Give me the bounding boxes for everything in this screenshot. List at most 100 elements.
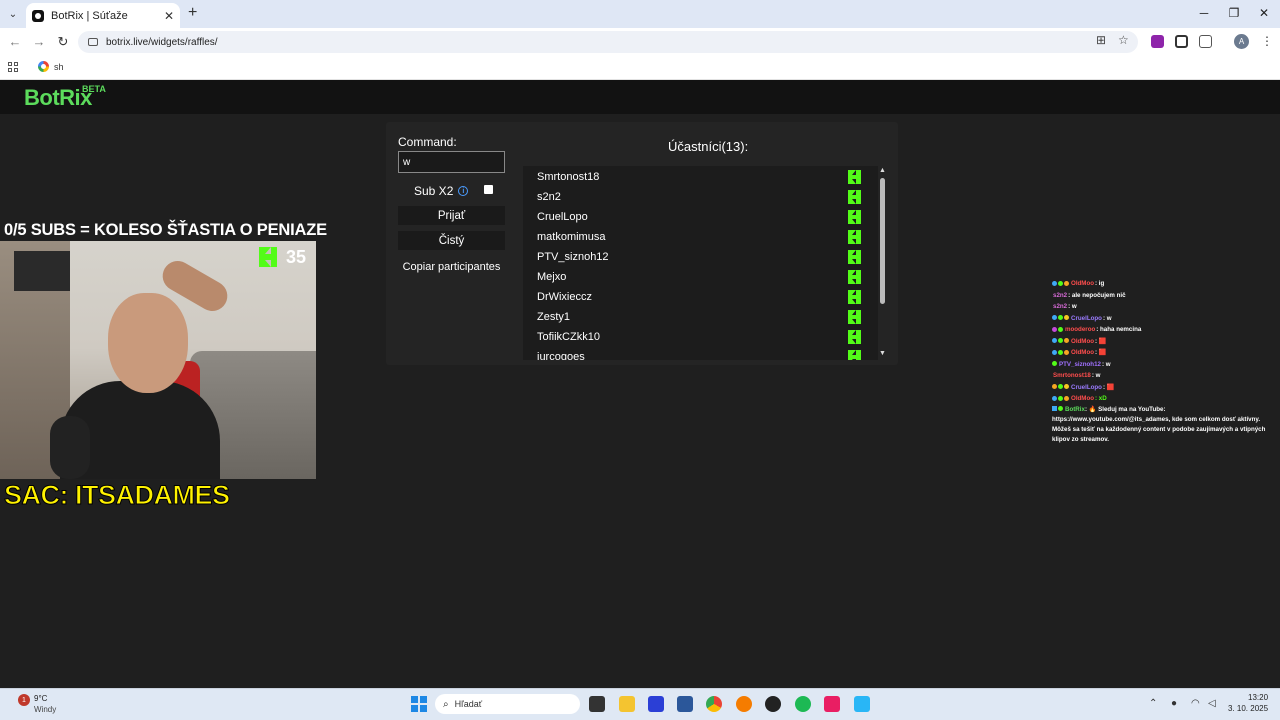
task-view-icon[interactable] xyxy=(589,696,605,712)
chat-message: mooderoo: haha nemcina xyxy=(1052,324,1272,336)
chat-text: : w xyxy=(1102,314,1112,322)
chat-text: : w xyxy=(1101,360,1111,368)
new-tab-button[interactable]: + xyxy=(188,4,197,22)
kick-icon xyxy=(848,170,861,184)
participant-row[interactable]: CruelLopo xyxy=(537,207,867,227)
kick-icon xyxy=(848,190,861,204)
chat-message: OldMoo: 🟥 xyxy=(1052,336,1272,348)
wifi-icon[interactable]: ◠ xyxy=(1191,698,1200,709)
window-close-icon[interactable]: ✕ xyxy=(1254,6,1274,20)
extension-icon[interactable] xyxy=(1151,35,1164,48)
bookmark-sh[interactable]: sh xyxy=(38,61,64,72)
weather-alert-icon[interactable]: 1 xyxy=(18,694,30,706)
participant-row[interactable]: Zesty1 xyxy=(537,307,867,327)
browser-toolbar: ← → ↻ botrix.live/widgets/raffles/ ⊞ ☆ xyxy=(0,28,1280,56)
bookmark-star-icon[interactable]: ☆ xyxy=(1118,33,1129,47)
info-icon[interactable]: i xyxy=(458,186,469,196)
kick-icon xyxy=(848,250,861,264)
tab-title: BotRix | Súťaže xyxy=(51,9,128,22)
chat-text: : haha nemcina xyxy=(1096,326,1142,333)
chat-overlay: OldMoo: ig s2n2: ale nepočujem nič s2n2:… xyxy=(1052,278,1272,445)
spotify-icon[interactable] xyxy=(795,696,811,712)
weather-temperature[interactable]: 9°C xyxy=(34,694,47,703)
tab-strip: ⌄ BotRix | Súťaže ✕ + ─ ❐ ✕ xyxy=(0,0,1280,28)
command-input[interactable] xyxy=(398,151,505,173)
windows-start-icon[interactable] xyxy=(411,696,427,712)
chat-user: CruelLopo xyxy=(1071,383,1102,391)
browser-menu-icon[interactable]: ⋮ xyxy=(1261,34,1273,48)
participant-name: s2n2 xyxy=(537,191,561,203)
tray-chevron-icon[interactable]: ⌃ xyxy=(1149,698,1157,709)
participant-row[interactable]: matkomimusa xyxy=(537,227,867,247)
scrollbar-thumb[interactable] xyxy=(880,178,885,304)
copy-participants-button[interactable]: Copiar participantes xyxy=(398,257,505,276)
file-explorer-icon[interactable] xyxy=(619,696,635,712)
extensions-puzzle-icon[interactable] xyxy=(1199,35,1212,48)
scroll-up-arrow-icon[interactable]: ▲ xyxy=(879,167,886,174)
kick-icon xyxy=(848,290,861,304)
botrix-favicon-icon xyxy=(32,9,44,22)
subx2-checkbox[interactable] xyxy=(484,185,493,194)
tab-close-icon[interactable]: ✕ xyxy=(164,9,174,23)
clear-button[interactable]: Čistý xyxy=(398,231,505,250)
site-info-icon[interactable] xyxy=(88,38,98,46)
participant-row[interactable]: TofiikCZkk10 xyxy=(537,327,867,347)
clock-time[interactable]: 13:20 xyxy=(1248,693,1268,702)
chat-message: Smrtonost18: w xyxy=(1052,370,1272,382)
tiktok-icon[interactable] xyxy=(824,696,840,712)
kick-icon xyxy=(848,310,861,324)
chat-user: Smrtonost18 xyxy=(1053,372,1091,379)
webcam-streamer-head xyxy=(108,293,188,393)
headphones-app-icon[interactable] xyxy=(736,696,752,712)
scroll-down-arrow-icon[interactable]: ▼ xyxy=(879,350,886,357)
taskbar-search[interactable]: ⌕ Hľadať xyxy=(435,694,580,714)
participant-row[interactable]: s2n2 xyxy=(537,187,867,207)
url-text: botrix.live/widgets/raffles/ xyxy=(106,36,218,48)
app-icon[interactable] xyxy=(765,696,781,712)
participant-row[interactable]: Mejxo xyxy=(537,267,867,287)
participant-row[interactable]: jurcogoes xyxy=(537,347,867,360)
chat-text: : 🟥 xyxy=(1095,349,1107,356)
app-v-icon[interactable] xyxy=(648,696,664,712)
app-f-icon[interactable] xyxy=(854,696,870,712)
command-label: Command: xyxy=(398,135,457,149)
translate-icon[interactable]: ⊞ xyxy=(1096,33,1106,47)
restore-icon[interactable]: ❐ xyxy=(1224,6,1244,20)
chrome-icon[interactable] xyxy=(706,696,722,712)
profile-avatar[interactable]: A xyxy=(1234,34,1249,49)
tab-botrix[interactable]: BotRix | Súťaže ✕ xyxy=(26,3,180,28)
kick-viewers-icon xyxy=(259,247,277,267)
chat-message: s2n2: w xyxy=(1052,301,1272,313)
participant-row[interactable]: DrWixieccz xyxy=(537,287,867,307)
back-arrow-icon[interactable]: ← xyxy=(7,34,23,49)
extension-2-icon[interactable] xyxy=(1175,35,1188,48)
address-bar[interactable]: botrix.live/widgets/raffles/ xyxy=(78,31,1138,53)
weather-description[interactable]: Windy xyxy=(34,705,56,714)
chat-bot-text: : 🔥 Sleduj ma na YouTube: https://www.yo… xyxy=(1052,405,1266,443)
google-icon xyxy=(38,61,49,72)
apps-grid-icon[interactable] xyxy=(8,62,18,72)
accept-button[interactable]: Prijať xyxy=(398,206,505,225)
beta-badge: BETA xyxy=(82,84,106,94)
minimize-icon[interactable]: ─ xyxy=(1194,6,1214,20)
reload-icon[interactable]: ↻ xyxy=(55,34,71,50)
participant-name: Smrtonost18 xyxy=(537,171,600,183)
participant-row[interactable]: Smrtonost18 xyxy=(537,167,867,187)
chat-user: s2n2 xyxy=(1053,291,1068,299)
word-icon[interactable] xyxy=(677,696,693,712)
participant-name: TofiikCZkk10 xyxy=(537,331,600,343)
webcam-tv xyxy=(14,251,70,291)
clock-date[interactable]: 3. 10. 2025 xyxy=(1228,704,1268,713)
webcam-feed xyxy=(0,241,316,479)
participant-row[interactable]: PTV_siznoh12 xyxy=(537,247,867,267)
chat-text: : 🟥 xyxy=(1102,383,1115,391)
chat-text: : w xyxy=(1068,303,1077,310)
tab-search-chevron-icon[interactable]: ⌄ xyxy=(4,5,22,23)
participants-list[interactable]: Smrtonost18 s2n2 CruelLopo matkomimusa P… xyxy=(523,166,878,360)
volume-icon[interactable]: ◁ xyxy=(1208,698,1216,709)
forward-arrow-icon[interactable]: → xyxy=(31,34,47,49)
chat-user: PTV_siznoh12 xyxy=(1059,360,1101,368)
subs-goal-title: 0/5 SUBS = KOLESO ŠŤASTIA O PENIAZE xyxy=(4,221,327,239)
microphone-icon[interactable]: ● xyxy=(1171,698,1177,709)
participant-name: Mejxo xyxy=(537,271,567,283)
